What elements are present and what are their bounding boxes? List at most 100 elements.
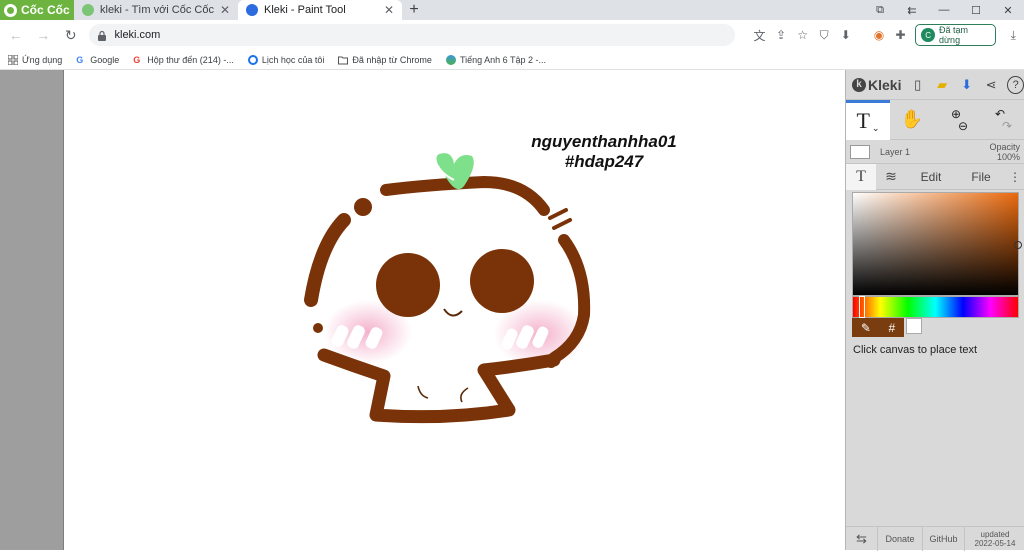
tab-edit[interactable]: Edit (906, 164, 956, 190)
kleki-favicon-icon (246, 4, 258, 16)
folder-icon (338, 56, 349, 64)
layer-row[interactable]: Layer 1 Opacity 100% (846, 140, 1024, 164)
kleki-app: nguyenthanhha01 #hdap247 k Kleki ▯ ▰ ⬇ ⋖… (0, 70, 1024, 551)
bookmark-folder-imported[interactable]: Đã nhập từ Chrome (338, 55, 432, 65)
updated-info[interactable]: updated 2022-05-14 (965, 527, 1024, 551)
undo-redo-controls: ↶ ↷ (978, 100, 1022, 140)
hand-tool-icon[interactable]: ✋ (890, 100, 934, 140)
download-icon[interactable]: ⬇ (958, 76, 974, 94)
sidebar-footer: ⇆ Donate GitHub updated 2022-05-14 (846, 526, 1024, 551)
zoom-in-icon[interactable]: ⊕ (951, 108, 961, 120)
open-folder-icon[interactable]: ▰ (934, 76, 950, 94)
hue-marker[interactable] (859, 296, 865, 318)
hex-input-button[interactable]: # (889, 321, 896, 335)
github-label: GitHub (929, 533, 958, 544)
updated-date: 2022-05-14 (974, 538, 1016, 548)
text-tool-button[interactable]: T ⌄ (846, 99, 890, 140)
undo-icon[interactable]: ↶ (995, 108, 1005, 120)
close-tab-icon[interactable]: ✕ (384, 3, 394, 17)
layer-thumbnail (850, 144, 870, 159)
tool-row: T ⌄ ✋ ⊕ ⊖ ↶ ↷ (846, 99, 1024, 140)
google-icon: G (76, 54, 84, 65)
text-tab-icon[interactable]: T (846, 163, 876, 190)
bookmark-label: Hộp thư đến (214) -... (147, 54, 234, 65)
more-menu-icon[interactable]: ⋮ (1006, 164, 1024, 190)
maximize-icon[interactable]: ☐ (960, 0, 992, 20)
hue-slider[interactable] (852, 296, 1019, 318)
donate-label: Donate (885, 533, 915, 544)
window-controls: ⧉ ⇇ — ☐ ✕ (864, 0, 1024, 20)
layer-name: Layer 1 (880, 146, 911, 157)
back-forward-cache-icon[interactable]: ⇇ (896, 0, 928, 20)
help-icon[interactable]: ? (1007, 75, 1024, 94)
new-image-icon[interactable]: ▯ (909, 76, 925, 94)
caption-line-2: #hdap247 (564, 152, 644, 171)
tab-file[interactable]: File (956, 164, 1006, 190)
sidebar-header: k Kleki ▯ ▰ ⬇ ⋖ ? (846, 70, 1024, 100)
kleki-logo[interactable]: k Kleki (852, 77, 901, 93)
layers-tab-icon[interactable]: ≋ (876, 164, 906, 190)
picker-knob[interactable] (1014, 241, 1022, 249)
apps-grid-icon (8, 54, 18, 65)
bookmark-label: Lịch học của tôi (261, 54, 325, 65)
cheek-dot-right (545, 356, 557, 368)
downloads-icon[interactable]: ⤓ (1002, 24, 1024, 46)
back-icon[interactable]: ← (4, 23, 28, 47)
web-icon (247, 54, 258, 65)
shield-icon[interactable]: ⛉ (813, 24, 835, 46)
swap-side-icon[interactable]: ⇆ (846, 526, 878, 551)
close-window-icon[interactable]: ✕ (992, 0, 1024, 20)
bookmarks-bar: Ứng dụng G Google G Hộp thư đến (214) -.… (0, 50, 1024, 70)
chevron-down-icon: ⌄ (871, 122, 880, 133)
minimize-icon[interactable]: — (928, 0, 960, 20)
profile-button[interactable]: C Đã tạm dừng (915, 24, 997, 46)
redo-icon[interactable]: ↷ (1002, 120, 1012, 132)
address-bar[interactable]: kleki.com (88, 24, 736, 46)
caption-line-1: nguyenthanhha01 (531, 132, 677, 151)
tab-kleki[interactable]: Kleki - Paint Tool ✕ (238, 0, 402, 20)
share-icon[interactable]: ⇪ (770, 24, 792, 46)
bookmark-star-icon[interactable]: ☆ (792, 24, 814, 46)
bookmark-apps[interactable]: Ứng dụng (8, 54, 63, 65)
primary-color-swatch[interactable]: ✎ # (852, 318, 904, 337)
bookmark-label: Ứng dụng (22, 54, 63, 65)
new-tab-button[interactable]: + (402, 0, 426, 20)
text-tool-label: T (856, 108, 870, 133)
github-link[interactable]: GitHub (923, 526, 965, 551)
download-page-icon[interactable]: ⬇ (835, 24, 857, 46)
reload-icon[interactable]: ↻ (59, 23, 83, 47)
extensions-puzzle-icon[interactable]: ✚ (890, 24, 912, 46)
mouth (443, 308, 463, 317)
tab-search[interactable]: kleki - Tìm với Cốc Cốc ✕ (74, 0, 238, 20)
close-tab-icon[interactable]: ✕ (220, 3, 230, 17)
color-picker-saturation[interactable] (852, 192, 1022, 296)
tool-hint: Click canvas to place text (853, 344, 978, 356)
translate-icon[interactable]: 文 (749, 24, 771, 46)
color-swatches: ✎ # (852, 318, 1019, 337)
lock-icon (97, 30, 106, 41)
eyedropper-icon[interactable]: ✎ (861, 321, 871, 335)
bookmark-label: Tiếng Anh 6 Tập 2 -... (459, 54, 547, 65)
tab-title: kleki - Tìm với Cốc Cốc (100, 4, 214, 16)
tab-file-label: File (971, 169, 991, 184)
bookmark-gmail[interactable]: G Hộp thư đến (214) -... (133, 55, 234, 65)
canvas-margin (0, 70, 64, 550)
coccoc-favicon-icon (82, 4, 94, 16)
extension-coccoc-icon[interactable]: ◉ (868, 24, 890, 46)
bookmark-google[interactable]: G Google (76, 55, 119, 65)
secondary-color-swatch[interactable] (906, 318, 922, 334)
tab-search-icon[interactable]: ⧉ (864, 0, 896, 20)
bookmark-label: Đã nhập từ Chrome (352, 54, 432, 65)
profile-avatar: C (921, 28, 936, 42)
browser-brand[interactable]: Cốc Cốc (0, 0, 74, 20)
head-outline (304, 176, 591, 424)
donate-link[interactable]: Donate (878, 526, 923, 551)
kleki-sidebar: k Kleki ▯ ▰ ⬇ ⋖ ? T ⌄ ✋ ⊕ ⊖ ↶ ↷ Layer 1 … (845, 70, 1024, 551)
share-icon[interactable]: ⋖ (983, 76, 999, 94)
zoom-out-icon[interactable]: ⊖ (958, 120, 968, 132)
bookmark-english[interactable]: Tiếng Anh 6 Tập 2 -... (445, 54, 547, 65)
forward-icon[interactable]: → (32, 23, 56, 47)
updated-label: updated (980, 529, 1010, 539)
drawing-canvas[interactable]: nguyenthanhha01 #hdap247 (64, 70, 845, 550)
bookmark-schedule[interactable]: Lịch học của tôi (247, 54, 325, 65)
